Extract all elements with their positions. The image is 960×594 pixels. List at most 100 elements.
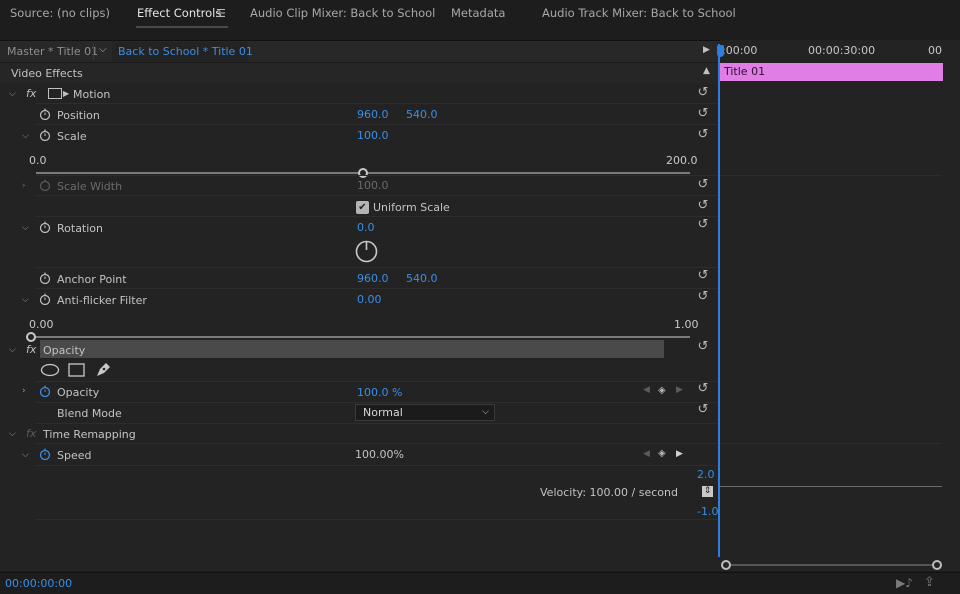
play-triangle-icon[interactable]: ▶ [703, 45, 710, 55]
opacity-header-bar[interactable] [40, 340, 664, 358]
scale-width-disclosure-icon[interactable]: › [22, 181, 26, 191]
panel-tab-bar: Source: (no clips) Effect Controls ☰ Aud… [0, 0, 960, 28]
scale-value[interactable]: 100.0 [357, 129, 389, 142]
rotation-disclosure-icon[interactable]: ⌵ [22, 223, 29, 233]
playhead-line[interactable] [718, 44, 720, 557]
panel-menu-icon[interactable]: ☰ [216, 7, 226, 20]
rotation-value[interactable]: 0.0 [357, 221, 375, 234]
position-y-value[interactable]: 540.0 [406, 108, 438, 121]
next-keyframe-icon[interactable]: ▶ [676, 449, 683, 459]
tab-source[interactable]: Source: (no clips) [10, 6, 110, 20]
row-divider [36, 519, 718, 520]
timeline-row-line [720, 443, 942, 444]
current-timecode[interactable]: 00:00:00:00 [5, 577, 72, 590]
row-divider [36, 423, 718, 424]
antiflicker-value[interactable]: 0.00 [357, 293, 382, 306]
add-keyframe-icon[interactable]: ◈ [658, 448, 666, 459]
motion-disclosure-icon[interactable]: ⌵ [9, 89, 16, 99]
reset-icon[interactable]: ↺ [696, 218, 710, 231]
anchor-y-value[interactable]: 540.0 [406, 272, 438, 285]
reset-icon[interactable]: ↺ [696, 178, 710, 191]
uniform-scale-checkbox[interactable]: ✔ [356, 201, 369, 214]
play-audio-icon[interactable]: ▶♪ [896, 576, 913, 590]
chevron-down-icon[interactable]: ⌵ [99, 44, 107, 55]
tab-audio-clip-mixer[interactable]: Audio Clip Mixer: Back to School [250, 6, 435, 20]
rotation-dial-icon[interactable] [355, 240, 378, 263]
blend-mode-select[interactable]: Normal ⌵ [355, 404, 495, 421]
row-divider [36, 267, 718, 268]
next-keyframe-icon[interactable]: ▶ [676, 385, 683, 395]
rectangle-mask-icon[interactable] [68, 363, 85, 377]
video-effects-label: Video Effects [11, 67, 83, 80]
reset-icon[interactable]: ↺ [696, 340, 710, 353]
antiflicker-slider-handle[interactable] [26, 332, 36, 342]
fx-toggle-icon[interactable]: fx [26, 343, 36, 356]
reset-icon[interactable]: ↺ [696, 128, 710, 141]
pen-mask-icon[interactable] [95, 361, 113, 378]
row-divider [36, 465, 718, 466]
timeline-row-line [720, 175, 942, 176]
zoom-scrollbar-track[interactable] [726, 564, 936, 566]
anchor-x-value[interactable]: 960.0 [357, 272, 389, 285]
stopwatch-active-icon[interactable] [39, 448, 51, 460]
antiflicker-disclosure-icon[interactable]: ⌵ [22, 295, 29, 305]
export-icon[interactable]: ⇪ [924, 575, 935, 590]
reset-icon[interactable]: ↺ [696, 199, 710, 212]
stopwatch-icon[interactable] [39, 108, 51, 120]
opacity-value-disclosure-icon[interactable]: › [22, 386, 26, 396]
tab-metadata[interactable]: Metadata [451, 6, 505, 20]
playhead-handle[interactable] [717, 45, 724, 57]
clip-label: Title 01 [724, 65, 766, 78]
motion-label: Motion [73, 88, 111, 101]
timeline-clip[interactable]: Title 01 [720, 63, 943, 81]
master-clip-label[interactable]: Master * Title 01 [7, 45, 98, 58]
stopwatch-active-icon[interactable] [39, 385, 51, 397]
reset-icon[interactable]: ↺ [696, 403, 710, 416]
fx-toggle-icon[interactable]: fx [26, 87, 36, 100]
reset-icon[interactable]: ↺ [696, 290, 710, 303]
clip-header: Master * Title 01 ⌵ Back to School * Tit… [0, 41, 718, 63]
antiflicker-slider-track[interactable] [31, 336, 690, 338]
tab-audio-track-mixer[interactable]: Audio Track Mixer: Back to School [542, 6, 736, 20]
collapse-up-icon[interactable]: ▲ [703, 66, 710, 76]
zoom-scrollbar-left-handle[interactable] [721, 560, 731, 570]
transform-box-icon[interactable] [48, 88, 62, 99]
tab-effect-controls[interactable]: Effect Controls [137, 6, 221, 20]
status-bar: 00:00:00:00 ▶♪ ⇪ [0, 572, 960, 594]
add-keyframe-icon[interactable]: ◈ [658, 385, 666, 396]
velocity-label: Velocity: 100.00 / second [540, 486, 678, 499]
stopwatch-icon[interactable] [39, 272, 51, 284]
scale-max-label: 200.0 [666, 154, 698, 167]
sequence-clip-label[interactable]: Back to School * Title 01 [118, 45, 253, 58]
row-divider [36, 381, 718, 382]
reset-icon[interactable]: ↺ [696, 107, 710, 120]
opacity-section-label: Opacity [43, 344, 86, 357]
stopwatch-icon[interactable] [39, 129, 51, 141]
previous-keyframe-icon[interactable]: ◀ [643, 385, 650, 395]
position-x-value[interactable]: 960.0 [357, 108, 389, 121]
opacity-disclosure-icon[interactable]: ⌵ [9, 345, 16, 355]
header-divider [93, 44, 94, 60]
speed-graph-max: 2.0 [697, 468, 715, 481]
fx-toggle-icon[interactable]: fx [26, 427, 36, 440]
previous-keyframe-icon[interactable]: ◀ [643, 449, 650, 459]
speed-value[interactable]: 100.00% [355, 448, 404, 461]
position-label: Position [57, 109, 100, 122]
reset-icon[interactable]: ↺ [696, 86, 710, 99]
time-remap-disclosure-icon[interactable]: ⌵ [9, 429, 16, 439]
reset-icon[interactable]: ↺ [696, 269, 710, 282]
scale-slider-handle[interactable] [358, 168, 368, 178]
velocity-toggle-icon[interactable]: ⇕ [702, 486, 713, 497]
speed-disclosure-icon[interactable]: ⌵ [22, 450, 29, 460]
reset-icon[interactable]: ↺ [696, 382, 710, 395]
row-divider [36, 124, 718, 125]
stopwatch-icon[interactable] [39, 293, 51, 305]
opacity-value[interactable]: 100.0 % [357, 386, 402, 399]
chevron-down-icon: ⌵ [482, 407, 489, 417]
ellipse-mask-icon[interactable] [40, 363, 60, 377]
zoom-scrollbar-right-handle[interactable] [932, 560, 942, 570]
scale-disclosure-icon[interactable]: ⌵ [22, 131, 29, 141]
stopwatch-icon[interactable] [39, 221, 51, 233]
speed-label: Speed [57, 449, 92, 462]
scale-width-label: Scale Width [57, 180, 123, 193]
